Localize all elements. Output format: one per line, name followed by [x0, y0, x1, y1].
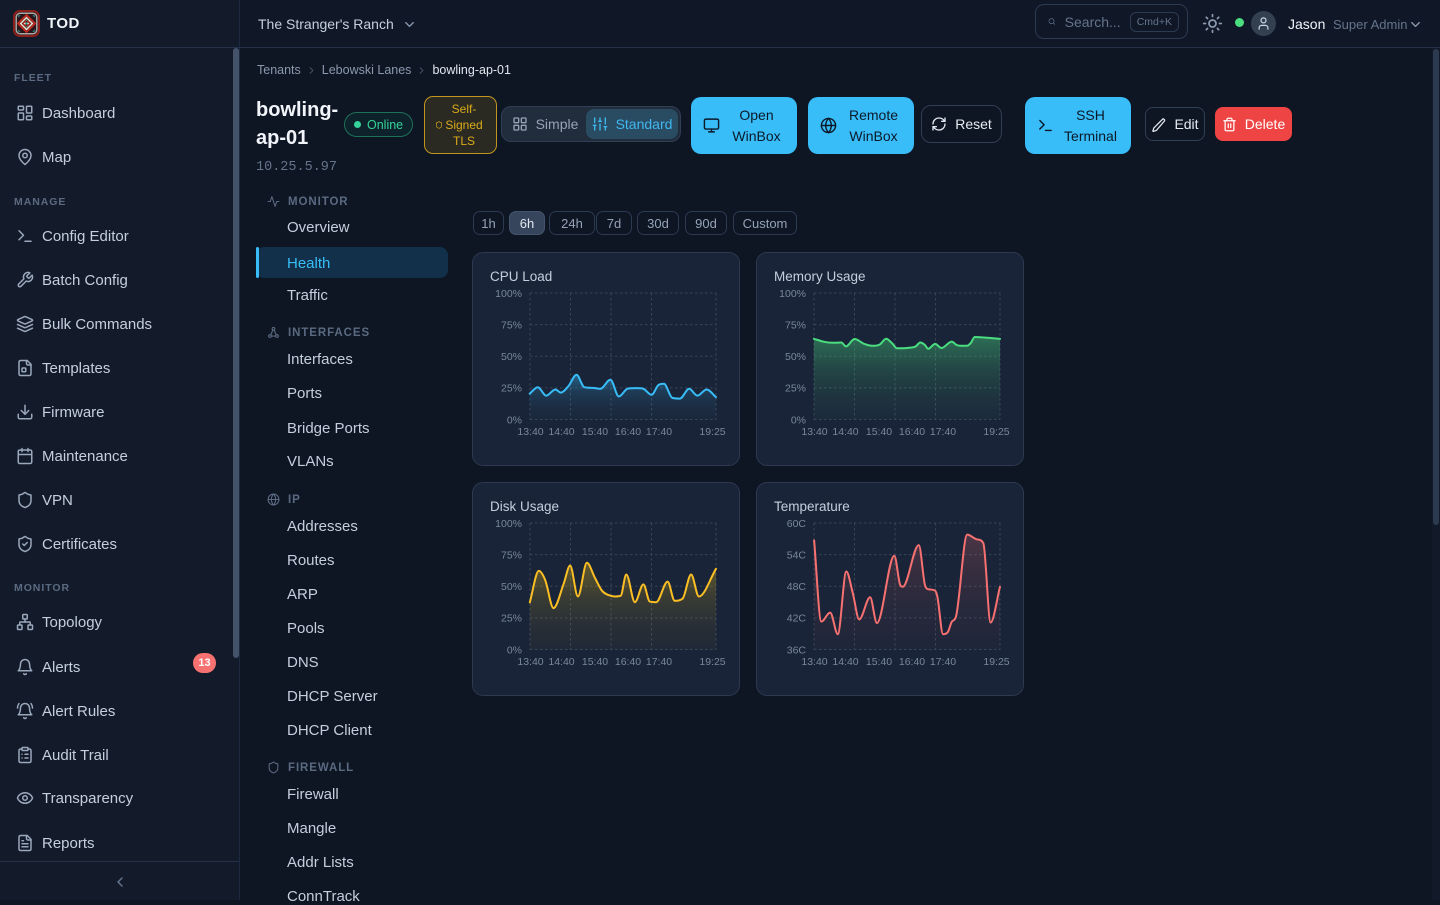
svg-text:14:40: 14:40	[832, 656, 858, 668]
svg-text:15:40: 15:40	[582, 656, 608, 668]
svg-text:0%: 0%	[507, 414, 522, 426]
svg-text:100%: 100%	[495, 518, 522, 530]
svg-text:16:40: 16:40	[899, 656, 925, 668]
svg-text:75%: 75%	[785, 319, 806, 331]
svg-text:16:40: 16:40	[615, 656, 641, 668]
svg-text:25%: 25%	[501, 613, 522, 625]
svg-text:19:25: 19:25	[983, 656, 1009, 668]
svg-text:48C: 48C	[787, 581, 807, 593]
svg-text:50%: 50%	[785, 351, 806, 363]
svg-text:13:40: 13:40	[801, 426, 827, 438]
svg-text:42C: 42C	[787, 613, 807, 625]
svg-text:13:40: 13:40	[517, 426, 543, 438]
svg-text:25%: 25%	[501, 383, 522, 395]
svg-text:17:40: 17:40	[930, 426, 956, 438]
svg-text:19:25: 19:25	[983, 426, 1009, 438]
svg-text:36C: 36C	[787, 644, 807, 656]
svg-text:14:40: 14:40	[832, 426, 858, 438]
svg-text:50%: 50%	[501, 581, 522, 593]
svg-text:19:25: 19:25	[699, 426, 725, 438]
svg-text:60C: 60C	[787, 518, 807, 530]
svg-text:14:40: 14:40	[548, 656, 574, 668]
svg-text:17:40: 17:40	[646, 656, 672, 668]
svg-text:17:40: 17:40	[930, 656, 956, 668]
svg-text:17:40: 17:40	[646, 426, 672, 438]
svg-text:100%: 100%	[779, 288, 806, 300]
svg-text:16:40: 16:40	[899, 426, 925, 438]
svg-text:100%: 100%	[495, 288, 522, 300]
svg-text:15:40: 15:40	[866, 656, 892, 668]
svg-text:13:40: 13:40	[517, 656, 543, 668]
svg-text:15:40: 15:40	[866, 426, 892, 438]
svg-text:0%: 0%	[791, 414, 806, 426]
svg-text:16:40: 16:40	[615, 426, 641, 438]
svg-text:15:40: 15:40	[582, 426, 608, 438]
svg-text:54C: 54C	[787, 549, 807, 561]
svg-text:25%: 25%	[785, 383, 806, 395]
svg-text:75%: 75%	[501, 549, 522, 561]
svg-text:19:25: 19:25	[699, 656, 725, 668]
svg-text:50%: 50%	[501, 351, 522, 363]
svg-text:75%: 75%	[501, 319, 522, 331]
svg-text:0%: 0%	[507, 644, 522, 656]
svg-text:14:40: 14:40	[548, 426, 574, 438]
svg-text:13:40: 13:40	[801, 656, 827, 668]
